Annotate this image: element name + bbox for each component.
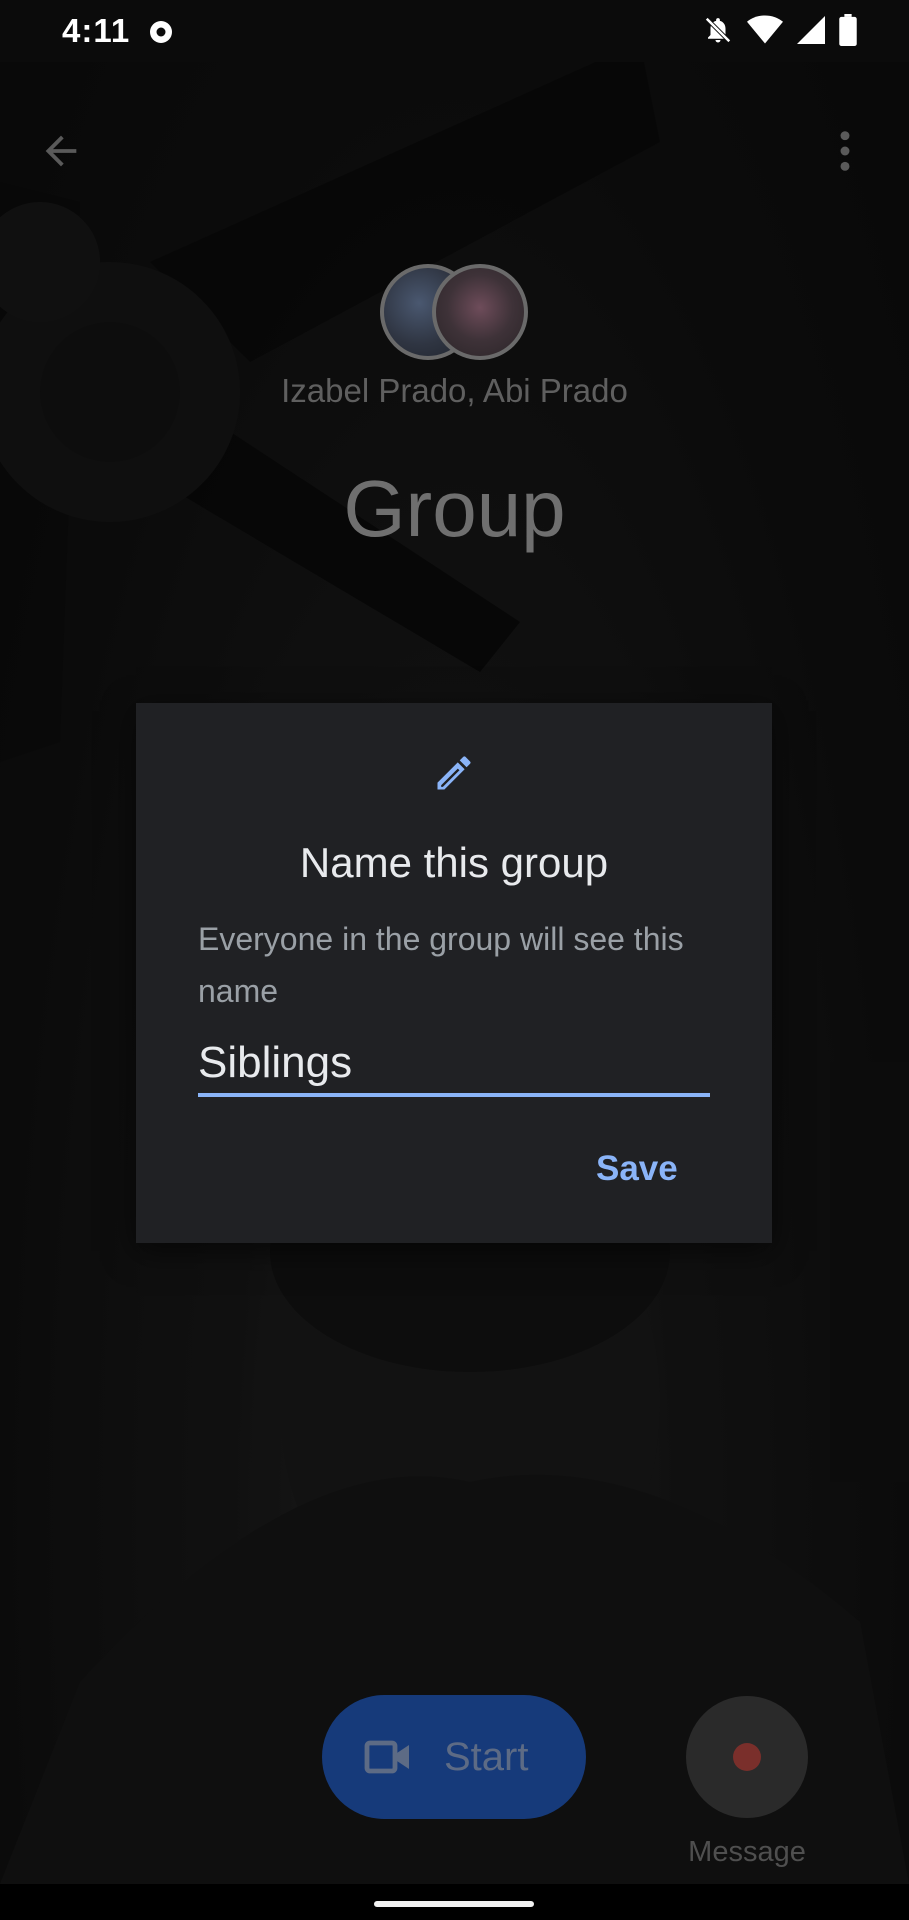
avatar bbox=[432, 264, 528, 360]
videocam-icon bbox=[364, 1740, 409, 1774]
navigation-bar bbox=[0, 1884, 909, 1920]
dialog-description: Everyone in the group will see this name bbox=[198, 921, 684, 1009]
edit-pencil-icon bbox=[437, 756, 471, 790]
group-avatars bbox=[380, 264, 530, 364]
status-time: 4:11 bbox=[62, 12, 131, 49]
wifi-icon bbox=[747, 15, 783, 44]
start-label: Start bbox=[444, 1734, 529, 1779]
name-group-dialog: Name this group Everyone in the group wi… bbox=[136, 703, 772, 1243]
arrow-back-icon[interactable] bbox=[38, 128, 84, 174]
record-icon bbox=[150, 21, 172, 43]
status-icons bbox=[703, 14, 857, 46]
dialog-title: Name this group bbox=[299, 839, 609, 886]
signal-icon bbox=[797, 16, 825, 44]
battery-icon bbox=[839, 14, 857, 46]
status-bar: 4:11 bbox=[0, 0, 909, 62]
group-name-input[interactable] bbox=[198, 1033, 710, 1097]
start-call-button[interactable]: Start bbox=[322, 1695, 586, 1819]
notifications-off-icon bbox=[705, 17, 731, 43]
more-vert-icon[interactable] bbox=[830, 128, 860, 174]
record-dot-icon bbox=[733, 1743, 761, 1771]
message-button[interactable] bbox=[686, 1696, 808, 1818]
home-handle[interactable] bbox=[374, 1901, 534, 1907]
group-participants: Izabel Prado, Abi Prado bbox=[281, 372, 628, 409]
message-label: Message bbox=[688, 1836, 806, 1868]
group-title: Group bbox=[343, 464, 566, 553]
save-button[interactable]: Save bbox=[596, 1149, 678, 1189]
